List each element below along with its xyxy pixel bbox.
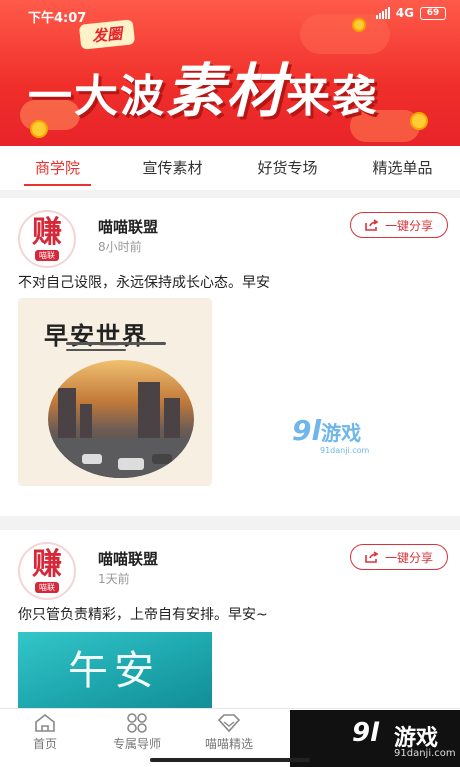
avatar[interactable]: 赚 喵联 — [18, 542, 76, 600]
avatar[interactable]: 赚 喵联 — [18, 210, 76, 268]
post-username[interactable]: 喵喵联盟 — [98, 548, 158, 569]
tab-promo-material[interactable]: 宣传素材 — [115, 146, 230, 190]
network-label: 4G — [395, 6, 414, 20]
home-indicator — [150, 758, 310, 762]
post-card: 赚 喵联 喵喵联盟 8小时前 一键分享 不对自己设限，永远保持成长心态。早安 早… — [0, 198, 460, 516]
city-photo — [48, 360, 194, 478]
battery-icon: 69 — [420, 6, 446, 20]
nav-home[interactable]: 首页 — [0, 713, 90, 752]
nav-selected[interactable]: 喵喵精选 — [184, 713, 274, 752]
post-text: 不对自己设限，永远保持成长心态。早安 — [18, 275, 270, 291]
status-bar: 下午4:07 4G 69 — [0, 0, 460, 30]
diamond-icon — [217, 714, 241, 733]
post-card: 赚 喵联 喵喵联盟 1天前 一键分享 你只管负责精彩，上帝自有安排。早安~ 午安 — [0, 530, 460, 710]
home-icon — [35, 713, 55, 732]
coin-icon — [410, 112, 428, 130]
post-image[interactable]: 早安世界 — [18, 298, 212, 486]
share-icon — [365, 551, 379, 563]
share-icon — [365, 219, 379, 231]
nav-mentor[interactable]: 专属导师 — [92, 713, 182, 752]
brand-watermark: 9l 游戏 91danji.com — [290, 710, 460, 767]
tab-selected-items[interactable]: 精选单品 — [345, 146, 460, 190]
post-image[interactable]: 午安 — [18, 632, 212, 710]
grid-icon — [127, 713, 147, 733]
image-title: 午安 — [68, 648, 160, 694]
share-button[interactable]: 一键分享 — [350, 544, 448, 570]
tab-business-school[interactable]: 商学院 — [0, 146, 115, 190]
post-username[interactable]: 喵喵联盟 — [98, 216, 158, 237]
signal-icon — [375, 7, 390, 19]
post-time: 1天前 — [98, 572, 130, 586]
tab-good-deals[interactable]: 好货专场 — [230, 146, 345, 190]
share-button[interactable]: 一键分享 — [350, 212, 448, 238]
post-time: 8小时前 — [98, 240, 142, 254]
promo-banner[interactable]: 下午4:07 4G 69 发圈 一大波素材来袭 — [0, 0, 460, 146]
status-time: 下午4:07 — [28, 11, 87, 26]
post-text: 你只管负责精彩，上帝自有安排。早安~ — [18, 607, 268, 623]
category-tabs: 商学院 宣传素材 好货专场 精选单品 — [0, 146, 460, 190]
banner-headline: 一大波素材来袭 — [28, 57, 379, 125]
image-title: 早安世界 — [44, 321, 148, 350]
site-watermark: 9l游戏 91danji.com — [292, 414, 370, 455]
